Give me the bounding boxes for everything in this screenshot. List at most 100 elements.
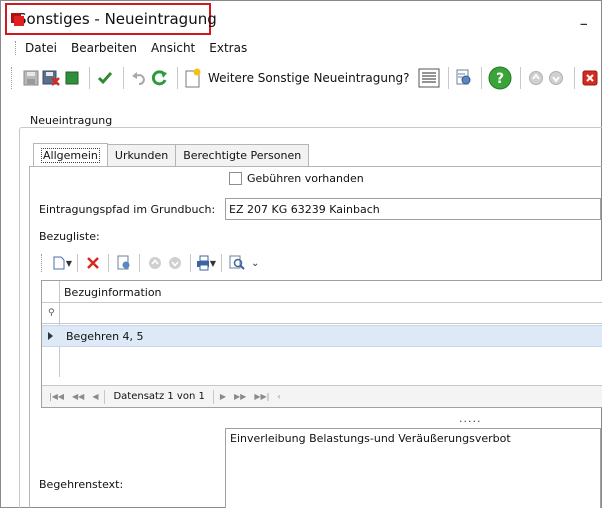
save-icon	[23, 70, 39, 86]
tab-urkunden[interactable]: Urkunden	[106, 144, 177, 166]
toolbar-separator	[190, 254, 191, 272]
record-counter: Datensatz 1 von 1	[113, 391, 205, 402]
list-view-button[interactable]	[418, 67, 440, 89]
refresh-button[interactable]	[150, 67, 169, 89]
discard-save-button[interactable]	[42, 67, 61, 89]
menu-extras[interactable]: Extras	[209, 41, 247, 55]
toolbar-separator	[122, 67, 124, 89]
reference-preview-button[interactable]	[114, 253, 134, 273]
toolbar-separator	[77, 254, 78, 272]
move-down-button[interactable]	[547, 67, 566, 89]
toolbar-separator	[139, 254, 140, 272]
delete-save-icon	[42, 70, 61, 86]
delete-icon	[87, 257, 99, 269]
menu-ansicht[interactable]: Ansicht	[151, 41, 195, 55]
tab-allgemein-label: Allgemein	[41, 147, 100, 163]
menu-datei[interactable]: Datei	[25, 41, 57, 55]
chevron-down-icon[interactable]: ⌄	[251, 258, 259, 269]
list-view-icon	[418, 68, 440, 88]
refresh-icon	[152, 70, 168, 86]
toolbar-separator	[480, 67, 482, 89]
toolbar-separator	[221, 254, 222, 272]
navigator-separator	[212, 389, 214, 404]
save-button[interactable]	[22, 67, 41, 89]
toolbar-grip	[41, 254, 44, 272]
print-button[interactable]: ▼	[196, 253, 216, 273]
prev-page-icon[interactable]: ◀◀	[72, 392, 84, 401]
group-title: Neueintragung	[27, 114, 116, 127]
column-header-bezuginformation[interactable]: Bezuginformation	[64, 286, 162, 299]
tab-allgemein[interactable]: Allgemein	[33, 143, 108, 166]
table-row[interactable]: Begehren 4, 5	[42, 325, 602, 347]
move-up-button[interactable]	[527, 67, 546, 89]
reference-grid: Bezuginformation ⚲ Begehren 4, 5 |◀◀ ◀◀ …	[41, 280, 602, 408]
toolbar-separator	[176, 67, 178, 89]
pin-icon: ⚲	[48, 308, 55, 318]
new-entry-label[interactable]: Weitere Sonstige Neueintragung?	[208, 71, 410, 85]
new-document-icon	[185, 68, 201, 88]
next-record-icon[interactable]: ▶	[220, 392, 226, 401]
toolbar-separator	[519, 67, 521, 89]
search-button[interactable]	[227, 253, 247, 273]
tab-urkunden-label: Urkunden	[114, 149, 169, 162]
row-pointer-icon	[48, 332, 53, 340]
window-title: Sonstiges - Neueintragung	[17, 10, 217, 28]
delete-reference-button[interactable]	[83, 253, 103, 273]
main-toolbar: Weitere Sonstige Neueintragung? ?	[1, 61, 601, 95]
splitter-handle[interactable]: .....	[459, 412, 481, 425]
new-reference-button[interactable]: ▼	[52, 253, 72, 273]
undo-icon	[131, 72, 145, 85]
reference-list-label: Bezugliste:	[39, 230, 100, 243]
record-navigator: |◀◀ ◀◀ ◀ Datensatz 1 von 1 ▶ ▶▶ ▶▶| ‹	[42, 385, 602, 407]
toolbar-separator	[89, 67, 91, 89]
last-record-icon[interactable]: ▶▶|	[254, 392, 269, 401]
chevron-down-icon[interactable]: ▼	[210, 259, 216, 268]
menu-grip	[15, 41, 17, 55]
grid-header: Bezuginformation	[42, 281, 602, 303]
menu-bearbeiten[interactable]: Bearbeiten	[71, 41, 137, 55]
move-down-icon	[169, 257, 181, 269]
search-icon	[229, 255, 245, 270]
reference-up-button[interactable]	[145, 253, 165, 273]
fees-label: Gebühren vorhanden	[247, 172, 364, 185]
move-down-icon	[549, 71, 564, 85]
toolbar-separator	[573, 67, 575, 89]
checkmark-icon	[98, 72, 113, 85]
tab-berechtigte-personen[interactable]: Berechtigte Personen	[175, 144, 310, 166]
first-record-icon[interactable]: |◀◀	[49, 392, 64, 401]
svg-text:?: ?	[496, 71, 504, 87]
minimize-button[interactable]: _	[581, 11, 588, 26]
help-icon: ?	[488, 66, 512, 90]
toolbar-separator	[108, 254, 109, 272]
request-text-field[interactable]: Einverleibung Belastungs-und Veräußerung…	[225, 428, 601, 508]
path-label: Eintragungspfad im Grundbuch:	[39, 203, 216, 216]
help-button[interactable]: ?	[488, 65, 512, 91]
reference-down-button[interactable]	[165, 253, 185, 273]
confirm-button[interactable]	[96, 67, 115, 89]
window-title-box: Sonstiges - Neueintragung	[5, 3, 217, 35]
prev-record-icon[interactable]: ◀	[92, 392, 98, 401]
toolbar-separator	[447, 67, 449, 89]
next-page-icon[interactable]: ▶▶	[234, 392, 246, 401]
preview-button[interactable]	[454, 67, 473, 89]
application-window: Sonstiges - Neueintragung _ Datei Bearbe…	[0, 0, 602, 508]
preview-icon	[117, 255, 130, 270]
fees-checkbox[interactable]	[229, 172, 242, 185]
request-text-label: Begehrenstext:	[39, 478, 124, 491]
path-field[interactable]: EZ 207 KG 63239 Kainbach	[225, 198, 601, 220]
toolbar-grip	[11, 67, 14, 89]
fees-checkbox-row[interactable]: Gebühren vorhanden	[229, 172, 364, 185]
close-button[interactable]	[581, 67, 600, 89]
new-entry-button[interactable]	[183, 67, 202, 89]
green-square-button[interactable]	[63, 67, 82, 89]
table-cell[interactable]: Begehren 4, 5	[66, 330, 144, 343]
close-icon	[582, 70, 598, 86]
menu-bar: Datei Bearbeiten Ansicht Extras	[1, 38, 601, 58]
scroll-left-icon[interactable]: ‹	[277, 392, 280, 401]
print-icon	[197, 255, 209, 271]
preview-icon	[456, 69, 471, 85]
filter-row[interactable]: ⚲	[42, 303, 602, 324]
navigator-separator	[104, 389, 106, 404]
chevron-down-icon[interactable]: ▼	[66, 259, 72, 268]
undo-button[interactable]	[130, 67, 149, 89]
